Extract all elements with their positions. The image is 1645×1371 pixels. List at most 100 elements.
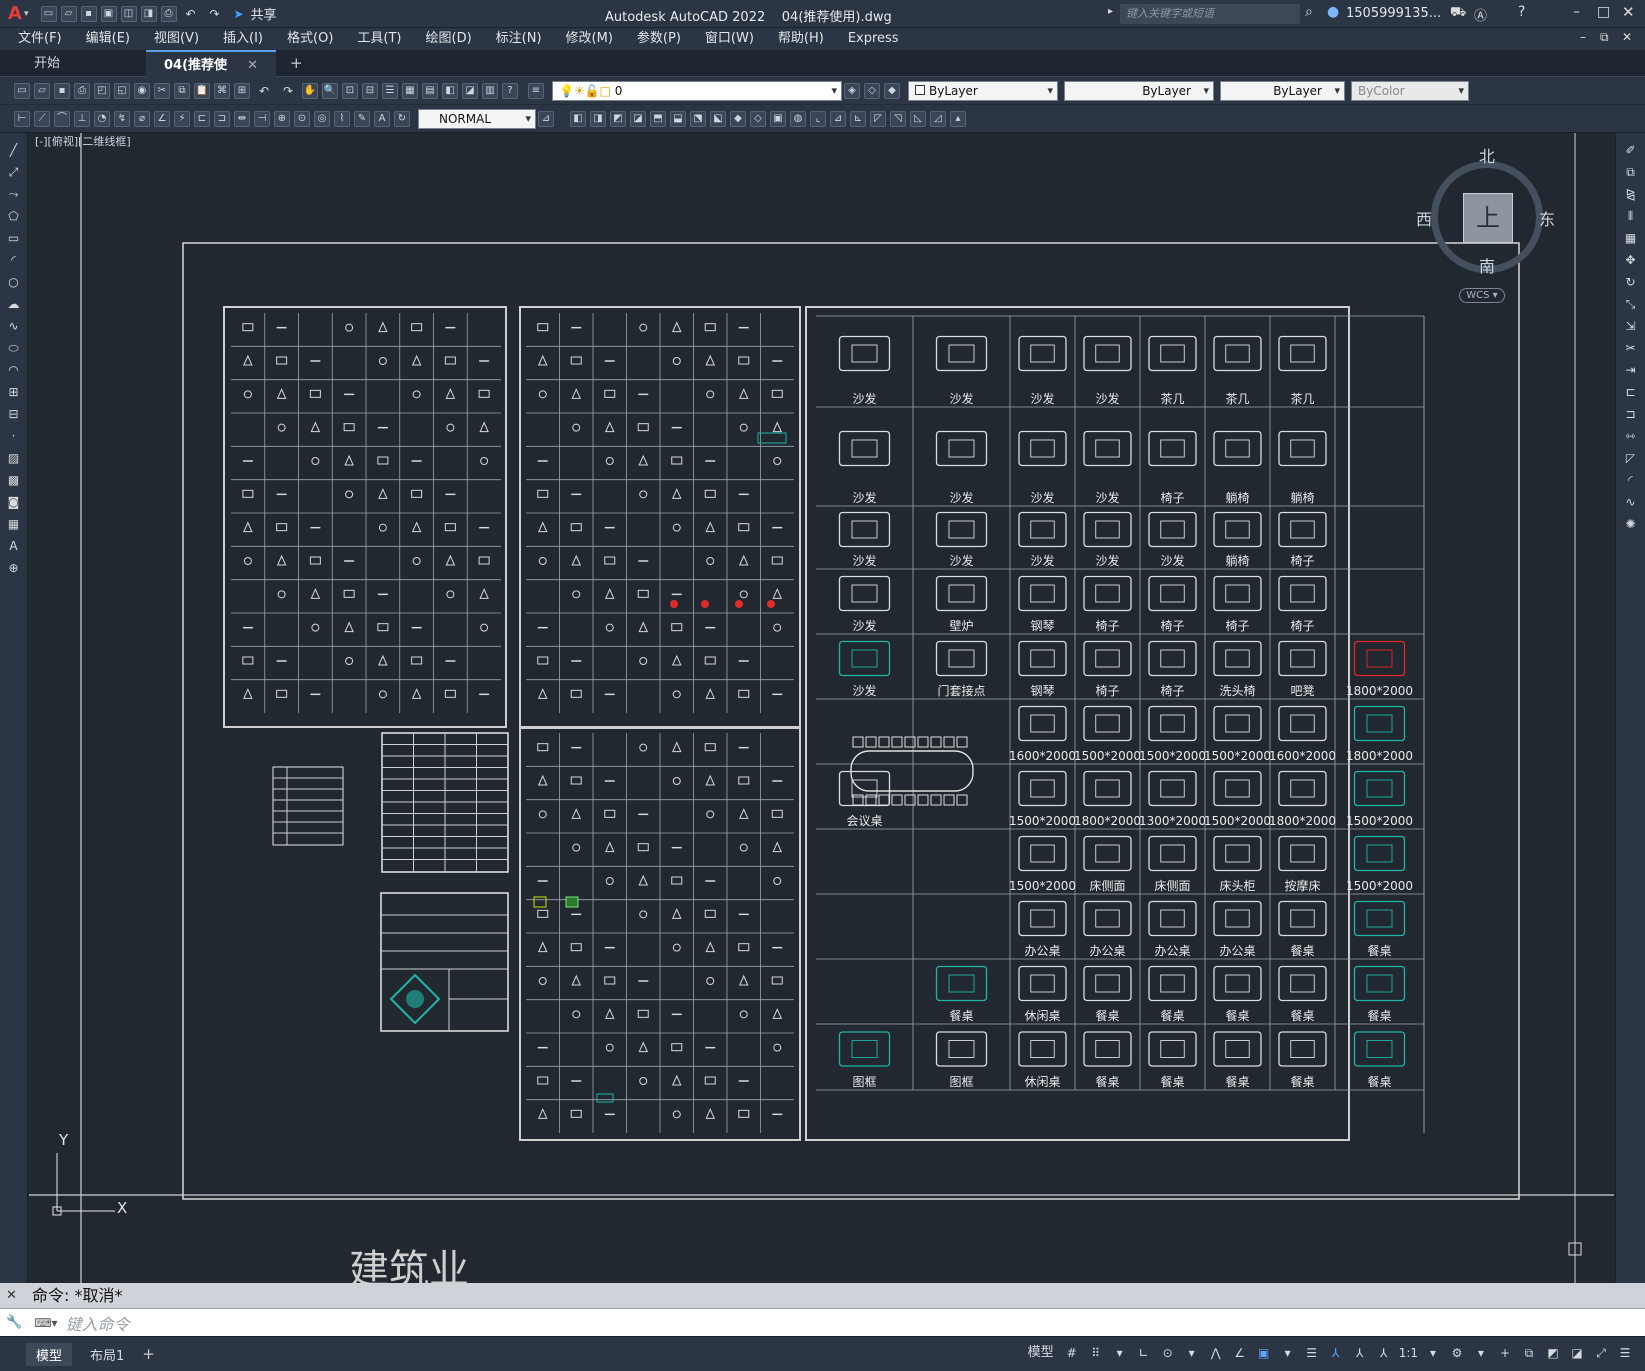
- menu-express[interactable]: Express: [836, 28, 911, 50]
- workspace-icon[interactable]: ⚙: [1448, 1344, 1466, 1362]
- menu-help[interactable]: 帮助(H): [766, 28, 836, 50]
- view-iso-nw-icon[interactable]: ◇: [750, 110, 766, 127]
- menu-file[interactable]: 文件(F): [6, 28, 74, 50]
- drawing-canvas[interactable]: [-][俯视][二维线框] 沙发 沙发 沙发 沙发 茶几 茶几 茶几 沙发 沙发…: [29, 133, 1614, 1293]
- open-icon[interactable]: ▱: [60, 5, 77, 22]
- extend-icon[interactable]: ⇥: [1622, 361, 1640, 379]
- insert-block-icon[interactable]: ⊞: [5, 383, 23, 401]
- 3dprint-icon[interactable]: ◉: [134, 82, 150, 99]
- layer-current-icon[interactable]: ◈: [844, 82, 860, 99]
- dim-edit-icon[interactable]: ✎: [354, 110, 370, 127]
- toolpalettes-icon[interactable]: ▤: [422, 82, 438, 99]
- new-icon[interactable]: ▭: [40, 5, 57, 22]
- tolerance-icon[interactable]: ⊕: [274, 110, 290, 127]
- zoom-window-icon[interactable]: ⊡: [342, 82, 358, 99]
- dim-break-icon[interactable]: ⊣: [254, 110, 270, 127]
- dimstyle-combo[interactable]: NORMAL: [418, 108, 536, 129]
- matchprop-icon[interactable]: ⌘: [214, 82, 230, 99]
- mirror-icon[interactable]: ⧎: [1622, 185, 1640, 203]
- polyline-icon[interactable]: ⤳: [5, 185, 23, 203]
- view-bottom-icon[interactable]: ⬓: [670, 110, 686, 127]
- snap-dropdown-icon[interactable]: ▾: [1111, 1344, 1129, 1362]
- dim-space-icon[interactable]: ⇹: [234, 110, 250, 127]
- menu-draw[interactable]: 绘图(D): [414, 28, 484, 50]
- customize-icon[interactable]: ☰: [1616, 1344, 1634, 1362]
- autoscale-icon[interactable]: ⅄: [1351, 1344, 1369, 1362]
- model-space-label[interactable]: 模型: [1028, 1344, 1054, 1362]
- ucs-object-icon[interactable]: ◹: [890, 110, 906, 127]
- view-iso-se-icon[interactable]: ⬕: [710, 110, 726, 127]
- redo-icon[interactable]: ↷: [206, 5, 224, 23]
- region-icon[interactable]: ◙: [5, 493, 23, 511]
- dim-textedit-icon[interactable]: A: [374, 110, 390, 127]
- dim-radius-icon[interactable]: ◔: [94, 110, 110, 127]
- center-mark-icon[interactable]: ⊙: [294, 110, 310, 127]
- annotation-visibility-icon[interactable]: ⅄: [1327, 1344, 1345, 1362]
- revcloud-icon[interactable]: ☁: [5, 295, 23, 313]
- cart-icon[interactable]: ⛟: [1450, 5, 1466, 22]
- otrack-icon[interactable]: ∠: [1231, 1344, 1249, 1362]
- view-top-icon[interactable]: ⬒: [650, 110, 666, 127]
- menu-insert[interactable]: 插入(I): [211, 28, 275, 50]
- dim-diameter-icon[interactable]: ⌀: [134, 110, 150, 127]
- dim-angular-icon[interactable]: ∠: [154, 110, 170, 127]
- share-label[interactable]: 共享: [251, 4, 277, 23]
- viewcube-top-face[interactable]: 上: [1463, 193, 1513, 243]
- spline-icon[interactable]: ∿: [5, 317, 23, 335]
- tab-drawing[interactable]: 04(推荐使用)* ✕: [146, 49, 276, 100]
- menu-edit[interactable]: 编辑(E): [74, 28, 142, 50]
- array-icon[interactable]: ▦: [1622, 229, 1640, 247]
- menu-modify[interactable]: 修改(M): [554, 28, 625, 50]
- close-icon[interactable]: ✕: [1622, 3, 1635, 21]
- isodraft-icon[interactable]: ⋀: [1207, 1344, 1225, 1362]
- qnew-icon[interactable]: ▭: [14, 82, 30, 99]
- dim-quick-icon[interactable]: ⚡: [174, 110, 190, 127]
- paste-icon[interactable]: 📋: [194, 82, 210, 99]
- dim-update-icon[interactable]: ↻: [394, 110, 410, 127]
- app-logo-icon[interactable]: A: [8, 3, 24, 24]
- markup-icon[interactable]: ◪: [462, 82, 478, 99]
- add-layout-icon[interactable]: +: [142, 1345, 155, 1363]
- command-settings-icon[interactable]: 🔧: [6, 1315, 22, 1330]
- ucs-zaxis-icon[interactable]: ▴: [950, 110, 966, 127]
- grid-icon[interactable]: #: [1063, 1344, 1081, 1362]
- gradient-icon[interactable]: ▩: [5, 471, 23, 489]
- ucs-face-icon[interactable]: ◸: [870, 110, 886, 127]
- isolate-icon[interactable]: ◪: [1568, 1344, 1586, 1362]
- minimize-icon[interactable]: –: [1573, 4, 1580, 20]
- qsave-icon[interactable]: ▪: [54, 82, 70, 99]
- rectangle-icon[interactable]: ▭: [5, 229, 23, 247]
- move-icon[interactable]: ✥: [1622, 251, 1640, 269]
- view-iso-ne-icon[interactable]: ◆: [730, 110, 746, 127]
- doc-close-icon[interactable]: ✕: [1622, 30, 1632, 44]
- dim-linear-icon[interactable]: ⊢: [14, 110, 30, 127]
- app-menu-chevron-icon[interactable]: ▾: [24, 9, 29, 19]
- compass-east[interactable]: 东: [1539, 206, 1555, 230]
- user-icon[interactable]: ●: [1327, 4, 1339, 20]
- named-views-icon[interactable]: ▣: [770, 110, 786, 127]
- scale-dropdown-icon[interactable]: ▾: [1424, 1344, 1442, 1362]
- doc-restore-icon[interactable]: ⧉: [1600, 30, 1609, 45]
- hatch-icon[interactable]: ▨: [5, 449, 23, 467]
- snap-icon[interactable]: ⠿: [1087, 1344, 1105, 1362]
- break-point-icon[interactable]: ⊏: [1622, 383, 1640, 401]
- save-icon[interactable]: ▪: [80, 5, 97, 22]
- lineweight-icon[interactable]: ☰: [1303, 1344, 1321, 1362]
- scale-icon[interactable]: ⤡: [1622, 295, 1640, 313]
- camera-icon[interactable]: ◍: [790, 110, 806, 127]
- join-icon[interactable]: ⇿: [1622, 427, 1640, 445]
- layout-tab-1[interactable]: 布局1: [80, 1343, 134, 1366]
- polar-icon[interactable]: ⊙: [1159, 1344, 1177, 1362]
- tab-close-icon[interactable]: ✕: [247, 52, 258, 77]
- osnap-icon[interactable]: ▣: [1255, 1344, 1273, 1362]
- ucs-prev-icon[interactable]: ⊾: [850, 110, 866, 127]
- copy-obj-icon[interactable]: ⧉: [1622, 163, 1640, 181]
- viewcube[interactable]: 上 北 南 西 东 WCS ▾: [1416, 143, 1561, 308]
- layer-combo[interactable]: 💡☀🔓□ 0: [552, 80, 842, 101]
- menu-window[interactable]: 窗口(W): [693, 28, 766, 50]
- stretch-icon[interactable]: ⇲: [1622, 317, 1640, 335]
- rotate-icon[interactable]: ↻: [1622, 273, 1640, 291]
- ortho-icon[interactable]: ∟: [1135, 1344, 1153, 1362]
- calculator-icon[interactable]: ▥: [482, 82, 498, 99]
- search-icon[interactable]: ⌕: [1305, 4, 1313, 20]
